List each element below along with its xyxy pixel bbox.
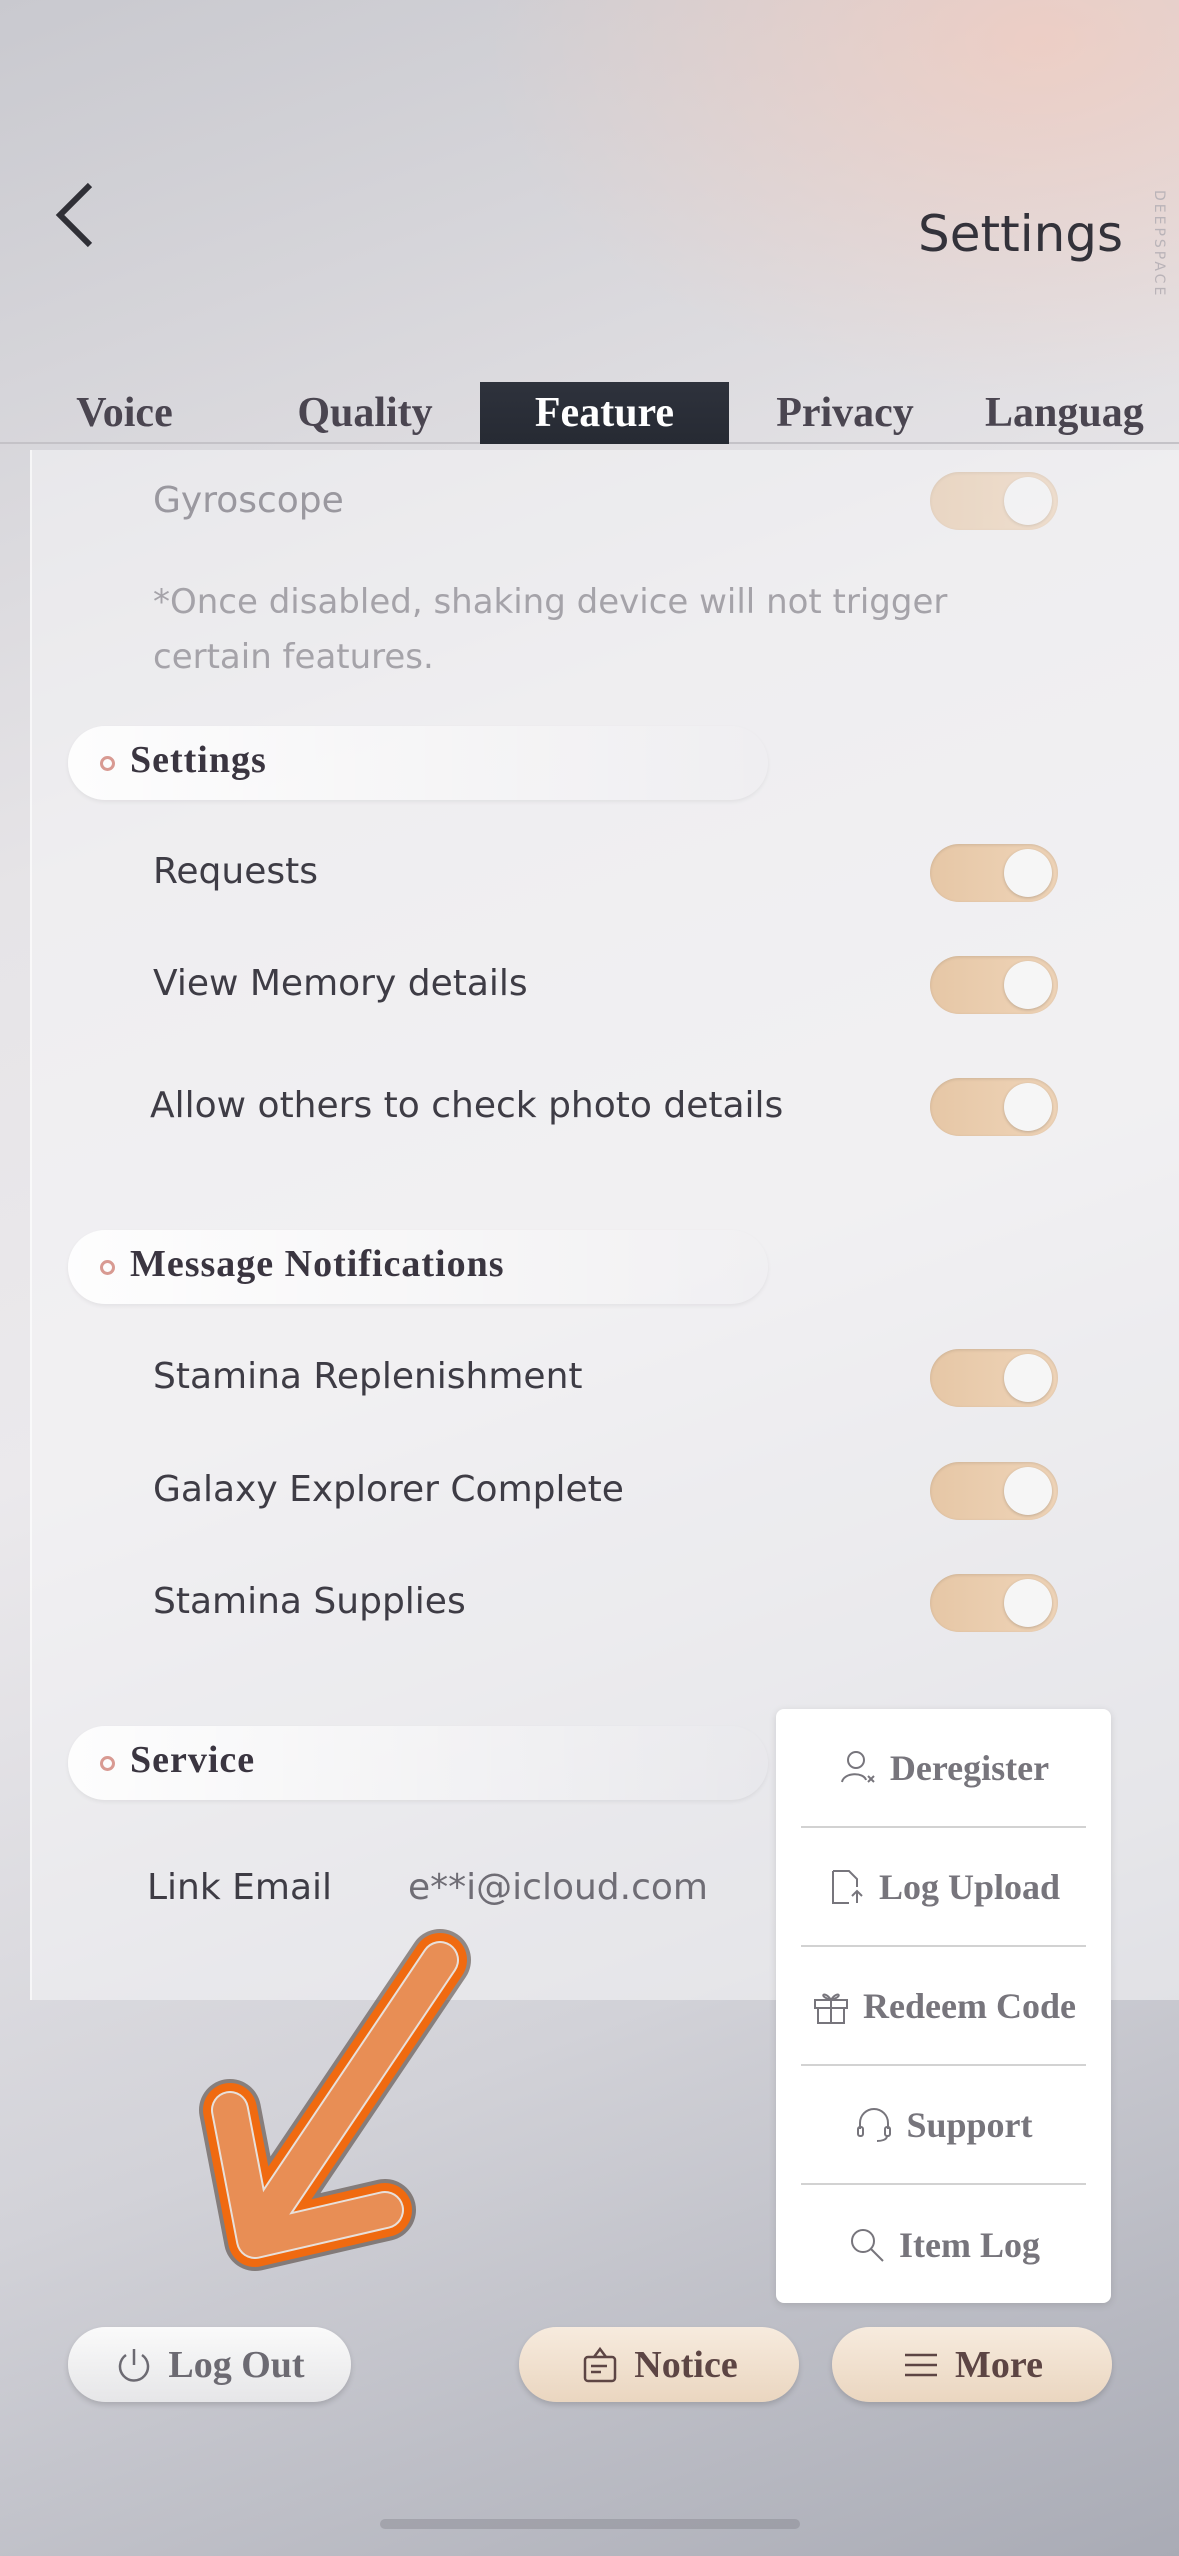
menu-item-redeem-code[interactable]: Redeem Code <box>801 1947 1086 2066</box>
view-memory-label: View Memory details <box>153 963 528 1004</box>
log-out-button[interactable]: Log Out <box>68 2327 351 2402</box>
photo-details-toggle[interactable] <box>930 1078 1058 1136</box>
notice-button[interactable]: Notice <box>519 2327 799 2402</box>
section-header-settings: Settings <box>68 726 768 800</box>
file-upload-icon <box>831 1869 863 1904</box>
user-x-icon <box>840 1750 875 1783</box>
stamina-replenishment-label: Stamina Replenishment <box>153 1356 583 1397</box>
stamina-supplies-toggle[interactable] <box>930 1574 1058 1632</box>
gyroscope-toggle[interactable] <box>930 472 1058 530</box>
brand-logo: DEEPSPACE <box>1151 190 1167 299</box>
photo-details-label: Allow others to check photo details <box>150 1085 784 1126</box>
galaxy-explorer-label: Galaxy Explorer Complete <box>153 1469 624 1510</box>
background-glow <box>479 0 1179 400</box>
tab-language[interactable]: Languag <box>985 382 1179 444</box>
more-button[interactable]: More <box>832 2327 1112 2402</box>
tab-feature[interactable]: Feature <box>480 382 729 444</box>
annotation-arrow-icon <box>199 1929 471 2271</box>
back-chevron-icon[interactable] <box>50 180 100 250</box>
menu-item-deregister[interactable]: Deregister <box>801 1709 1086 1828</box>
section-header-service: Service <box>68 1726 768 1800</box>
menu-item-log-upload[interactable]: Log Upload <box>801 1828 1086 1947</box>
requests-toggle[interactable] <box>930 844 1058 902</box>
email-value: e**i@icloud.com <box>408 1867 708 1908</box>
power-icon <box>119 2348 150 2382</box>
more-menu: Deregister Log Upload Redeem Code Suppor… <box>776 1709 1111 2303</box>
stamina-supplies-label: Stamina Supplies <box>153 1581 466 1622</box>
gyroscope-note: *Once disabled, shaking device will not … <box>153 582 948 677</box>
notice-board-icon <box>584 2346 617 2382</box>
link-email-label: Link Email <box>147 1867 333 1908</box>
gyroscope-label: Gyroscope <box>153 480 344 521</box>
tab-privacy[interactable]: Privacy <box>760 382 930 444</box>
section-header-notifications: Message Notifications <box>68 1230 768 1304</box>
menu-lines-icon <box>905 2353 938 2376</box>
tab-voice[interactable]: Voice <box>62 382 187 444</box>
headset-icon <box>857 2107 892 2142</box>
requests-label: Requests <box>153 851 318 892</box>
search-icon <box>851 2228 884 2262</box>
home-indicator <box>380 2519 800 2529</box>
menu-item-item-log[interactable]: Item Log <box>801 2185 1086 2304</box>
tab-bar: Voice Quality Feature Privacy Languag <box>0 382 1179 444</box>
galaxy-explorer-toggle[interactable] <box>930 1462 1058 1520</box>
page-title: Settings <box>918 205 1124 263</box>
stamina-replenishment-toggle[interactable] <box>930 1349 1058 1407</box>
view-memory-toggle[interactable] <box>930 956 1058 1014</box>
menu-item-support[interactable]: Support <box>801 2066 1086 2185</box>
gift-icon <box>814 1993 849 2024</box>
tab-quality[interactable]: Quality <box>270 382 460 444</box>
